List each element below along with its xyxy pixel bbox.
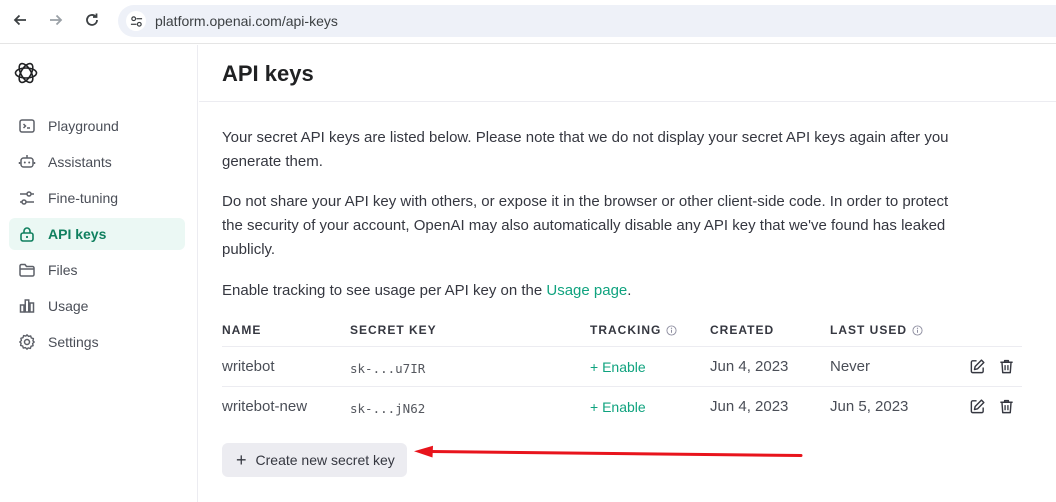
reload-icon [86, 13, 98, 26]
key-name: writebot [222, 358, 275, 375]
secret-key-value: sk-...jN62 [350, 401, 426, 416]
tracking-paragraph-end: . [627, 282, 632, 299]
back-button[interactable] [8, 8, 32, 32]
browser-toolbar: platform.openai.com/api-keys [0, 0, 1056, 44]
last-used-date: Never [830, 358, 871, 375]
sidebar-item-playground[interactable]: Playground [9, 110, 185, 142]
column-header-label: CREATED [710, 323, 775, 337]
arrow-right-icon [50, 14, 63, 26]
main-content: API keys Your secret API keys are listed… [199, 45, 1056, 502]
gear-icon [18, 333, 36, 351]
pencil-icon [970, 358, 985, 373]
intro-paragraph: Your secret API keys are listed below. P… [222, 129, 949, 170]
trash-icon [999, 399, 1013, 413]
arrow-left-icon [13, 14, 26, 26]
sliders-icon [18, 189, 36, 207]
sidebar-item-files[interactable]: Files [9, 254, 185, 286]
sidebar-item-api-keys[interactable]: API keys [9, 218, 185, 250]
sidebar-item-label: Settings [48, 334, 99, 350]
terminal-icon [18, 117, 36, 135]
url-text: platform.openai.com/api-keys [155, 13, 338, 29]
plus-icon: + [236, 450, 247, 470]
column-header-label: SECRET KEY [350, 323, 437, 337]
column-header-secret-key: SECRET KEY [350, 323, 437, 337]
table-divider [222, 386, 1022, 387]
column-header-created: CREATED [710, 323, 774, 337]
security-paragraph: Do not share your API key with others, o… [222, 193, 949, 258]
sidebar-item-fine-tuning[interactable]: Fine-tuning [9, 182, 185, 214]
last-used-date: Jun 5, 2023 [830, 398, 909, 415]
usage-page-link[interactable]: Usage page [546, 282, 627, 299]
create-new-secret-key-button[interactable]: + Create new secret key [222, 443, 407, 477]
column-header-name: NAME [222, 323, 261, 337]
key-name: writebot-new [222, 398, 308, 415]
lock-icon [18, 225, 36, 243]
edit-key-button[interactable] [967, 356, 987, 376]
page-header: API keys [199, 45, 1056, 102]
sidebar-item-assistants[interactable]: Assistants [9, 146, 185, 178]
trash-icon [999, 359, 1013, 373]
pencil-icon [970, 398, 985, 413]
delete-key-button[interactable] [996, 396, 1016, 416]
reload-button[interactable] [80, 8, 104, 32]
robot-icon [18, 153, 36, 171]
tracking-paragraph-text: Enable tracking to see usage per API key… [222, 282, 547, 299]
sidebar-item-label: API keys [48, 226, 107, 242]
openai-logo-icon[interactable] [13, 60, 39, 86]
tracking-paragraph: Enable tracking to see usage per API key… [222, 279, 952, 303]
sidebar-item-settings[interactable]: Settings [9, 326, 185, 358]
column-header-label: LAST USED [830, 323, 908, 337]
column-header-label: NAME [222, 323, 262, 337]
column-header-last-used: LAST USED [830, 323, 923, 337]
forward-button[interactable] [44, 8, 68, 32]
secret-key-value: sk-...u7IR [350, 361, 426, 376]
annotation-arrow-icon [414, 445, 803, 458]
created-date: Jun 4, 2023 [710, 358, 789, 375]
sidebar-item-label: Assistants [48, 154, 112, 170]
address-bar[interactable]: platform.openai.com/api-keys [118, 5, 1056, 37]
sidebar-item-label: Files [48, 262, 78, 278]
info-icon[interactable] [912, 324, 923, 336]
sidebar-item-label: Usage [48, 298, 89, 314]
sidebar: Playground Assistants Fine-tuning API ke… [0, 45, 198, 502]
sidebar-item-usage[interactable]: Usage [9, 290, 185, 322]
page-title: API keys [222, 61, 314, 86]
created-date: Jun 4, 2023 [710, 398, 789, 415]
bar-chart-icon [18, 297, 36, 315]
enable-tracking-link[interactable]: + Enable [590, 359, 646, 375]
sidebar-item-label: Fine-tuning [48, 190, 119, 206]
sidebar-item-label: Playground [48, 118, 119, 134]
folder-icon [18, 261, 36, 279]
info-icon[interactable] [666, 324, 677, 336]
create-button-label: Create new secret key [255, 452, 395, 468]
edit-key-button[interactable] [967, 396, 987, 416]
delete-key-button[interactable] [996, 356, 1016, 376]
enable-tracking-link[interactable]: + Enable [590, 399, 646, 415]
column-header-label: TRACKING [590, 323, 662, 337]
site-settings-icon[interactable] [126, 11, 146, 31]
table-divider [222, 346, 1022, 347]
column-header-tracking: TRACKING [590, 323, 677, 337]
